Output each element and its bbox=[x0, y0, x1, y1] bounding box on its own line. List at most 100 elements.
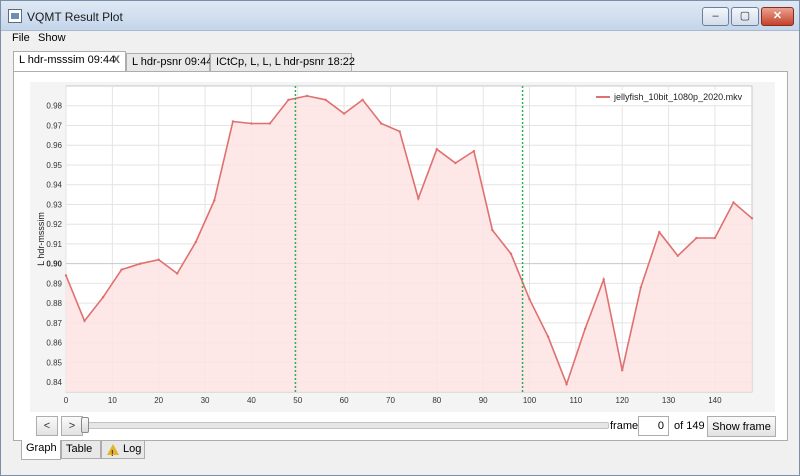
data-point[interactable] bbox=[139, 262, 142, 265]
menu-file[interactable]: File bbox=[12, 32, 30, 44]
vqmt-result-plot-window: VQMT Result Plot ‒ ▢ ✕ File Show L hdr-m… bbox=[0, 0, 800, 476]
data-point[interactable] bbox=[342, 112, 346, 115]
y-tick-label: 0.91 bbox=[46, 240, 62, 249]
data-point[interactable] bbox=[454, 161, 457, 165]
warning-icon-mark: ! bbox=[111, 449, 114, 458]
y-tick-label: 0.87 bbox=[46, 319, 62, 328]
data-point[interactable] bbox=[101, 296, 105, 299]
tab-log[interactable]: ! Log bbox=[101, 441, 145, 459]
data-point[interactable] bbox=[83, 319, 86, 323]
tab-l-hdr-msssim[interactable]: L hdr-msssim 09:44 X bbox=[13, 51, 126, 72]
data-point[interactable] bbox=[213, 199, 216, 202]
x-tick-label: 80 bbox=[432, 396, 441, 405]
y-tick-label: 0.92 bbox=[46, 220, 62, 229]
close-button[interactable]: ✕ bbox=[761, 7, 794, 26]
data-point[interactable] bbox=[639, 286, 642, 289]
frame-label: frame bbox=[610, 420, 639, 432]
x-tick-label: 20 bbox=[154, 396, 163, 405]
tab-graph[interactable]: Graph bbox=[21, 440, 61, 460]
data-point[interactable] bbox=[435, 148, 438, 151]
title-bar[interactable]: VQMT Result Plot ‒ ▢ ✕ bbox=[1, 1, 799, 31]
data-point[interactable] bbox=[417, 197, 420, 200]
y-tick-label: 0.88 bbox=[46, 299, 62, 308]
app-icon bbox=[8, 9, 22, 23]
frame-slider-thumb[interactable] bbox=[81, 417, 89, 433]
data-point[interactable] bbox=[695, 236, 698, 240]
show-frame-button[interactable]: Show frame bbox=[707, 416, 776, 437]
data-point[interactable] bbox=[528, 298, 531, 301]
data-point[interactable] bbox=[658, 230, 661, 234]
data-point[interactable] bbox=[398, 130, 401, 133]
data-point[interactable] bbox=[380, 122, 383, 125]
data-point[interactable] bbox=[287, 98, 290, 101]
y-tick-label: 0.94 bbox=[46, 181, 62, 190]
y-tick-label: 0.96 bbox=[46, 141, 62, 150]
tab-label: Table bbox=[66, 443, 93, 455]
x-tick-label: 0 bbox=[64, 396, 69, 405]
y-tick-label: 0.97 bbox=[46, 121, 62, 130]
previous-frame-button[interactable]: < bbox=[36, 416, 58, 436]
y-tick-label: 0.89 bbox=[46, 279, 62, 288]
data-point[interactable] bbox=[472, 149, 476, 153]
data-point[interactable] bbox=[324, 98, 327, 101]
data-point[interactable] bbox=[120, 268, 123, 271]
data-point[interactable] bbox=[676, 254, 679, 257]
data-point[interactable] bbox=[194, 240, 197, 244]
x-tick-label: 40 bbox=[247, 396, 256, 405]
plot-area[interactable]: 0.84 0.85 0.86 0.87 0.88 0.89 0.90 0.91 0.92 0.93… bbox=[30, 82, 775, 412]
menu-bar: File Show bbox=[1, 31, 799, 47]
tab-l-hdr-psnr[interactable]: L hdr-psnr 09:44 bbox=[126, 53, 212, 71]
y-tick-label: 0.90 bbox=[46, 260, 62, 269]
data-point[interactable] bbox=[750, 217, 754, 220]
menu-show[interactable]: Show bbox=[38, 32, 66, 44]
legend-label: jellyfish_10bit_1080p_2020.mkv bbox=[613, 92, 743, 102]
maximize-button[interactable]: ▢ bbox=[731, 7, 759, 26]
data-point[interactable] bbox=[509, 252, 513, 255]
graph-panel: 0.84 0.85 0.86 0.87 0.88 0.89 0.90 0.91 0.92 0.93… bbox=[13, 71, 788, 441]
data-point[interactable] bbox=[491, 228, 494, 232]
data-point[interactable] bbox=[732, 201, 735, 204]
close-tab-icon[interactable]: X bbox=[113, 52, 120, 68]
data-point[interactable] bbox=[621, 369, 624, 372]
data-point[interactable] bbox=[157, 258, 160, 261]
data-point[interactable] bbox=[176, 272, 179, 275]
frame-number-input[interactable] bbox=[638, 416, 669, 436]
tab-label: Log bbox=[123, 443, 142, 455]
tab-label: L hdr-msssim 09:44 bbox=[19, 54, 116, 66]
x-tick-label: 110 bbox=[569, 396, 582, 405]
x-tick-label: 30 bbox=[201, 396, 210, 405]
x-tick-label: 140 bbox=[708, 396, 722, 405]
frame-slider[interactable] bbox=[81, 422, 609, 429]
data-point[interactable] bbox=[305, 94, 309, 98]
x-tick-label: 10 bbox=[108, 396, 117, 405]
window-title: VQMT Result Plot bbox=[27, 10, 123, 24]
next-frame-button[interactable]: > bbox=[61, 416, 83, 436]
frame-count-label: of 149 bbox=[674, 420, 705, 432]
y-axis-label: L hdr-msssim bbox=[36, 212, 46, 266]
data-point[interactable] bbox=[546, 335, 550, 338]
y-tick-label: 0.84 bbox=[46, 378, 62, 387]
y-tick-label: 0.85 bbox=[46, 358, 62, 367]
x-tick-label: 50 bbox=[293, 396, 302, 405]
y-tick-label: 0.93 bbox=[46, 200, 62, 209]
tab-label: ICtCp, L, L, L hdr-psnr 18:22 bbox=[216, 56, 355, 68]
data-point[interactable] bbox=[268, 122, 272, 125]
data-point[interactable] bbox=[602, 278, 605, 281]
minimize-button[interactable]: ‒ bbox=[702, 7, 729, 26]
x-tick-label: 60 bbox=[340, 396, 349, 405]
data-point[interactable] bbox=[361, 98, 364, 101]
y-tick-label: 0.98 bbox=[46, 102, 62, 111]
tab-table[interactable]: Table bbox=[61, 441, 101, 459]
data-point[interactable] bbox=[250, 122, 253, 125]
data-point[interactable] bbox=[231, 120, 235, 123]
line-chart[interactable]: 0.84 0.85 0.86 0.87 0.88 0.89 0.90 0.91 0.92 0.93… bbox=[30, 82, 775, 412]
data-point[interactable] bbox=[713, 236, 717, 240]
x-tick-label: 100 bbox=[523, 396, 537, 405]
data-point[interactable] bbox=[64, 274, 68, 277]
data-point[interactable] bbox=[565, 382, 568, 386]
tab-label: Graph bbox=[26, 442, 57, 454]
data-point[interactable] bbox=[583, 327, 587, 330]
x-tick-label: 120 bbox=[616, 396, 630, 405]
tab-ictcp-hdr-psnr[interactable]: ICtCp, L, L, L hdr-psnr 18:22 bbox=[210, 53, 355, 71]
x-tick-label: 70 bbox=[386, 396, 395, 405]
